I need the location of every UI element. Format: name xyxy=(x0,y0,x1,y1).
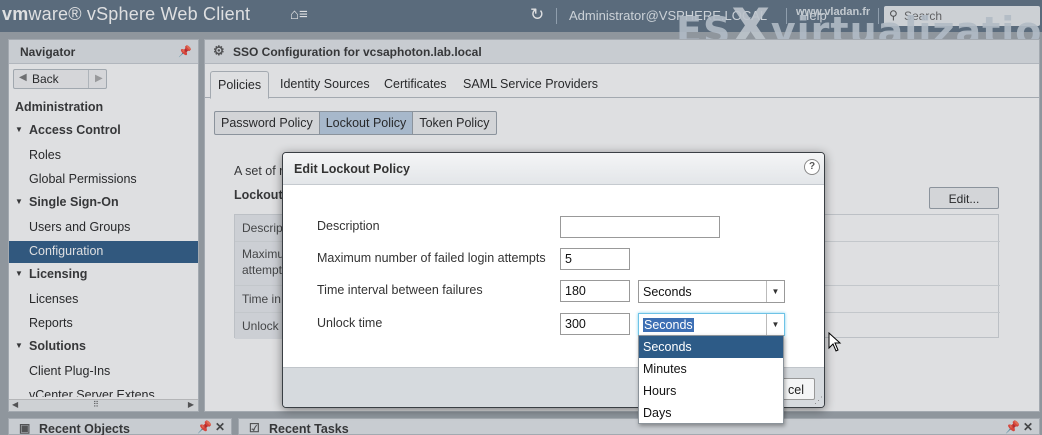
interval-field[interactable]: 180 xyxy=(560,280,630,302)
interval-label: Time interval between failures xyxy=(317,283,483,297)
dropdown-option[interactable]: Seconds xyxy=(639,336,783,358)
max-attempts-label: Maximum number of failed login attempts xyxy=(317,251,546,265)
dropdown-option[interactable]: Days xyxy=(639,402,783,424)
dropdown-option[interactable]: Hours xyxy=(639,380,783,402)
unit-dropdown-list: Seconds Minutes Hours Days xyxy=(638,335,784,424)
unlock-time-label: Unlock time xyxy=(317,316,383,330)
unlock-time-field[interactable]: 300 xyxy=(560,313,630,335)
dropdown-option[interactable]: Minutes xyxy=(639,358,783,380)
chevron-down-icon[interactable]: ▼ xyxy=(766,281,784,302)
interval-unit-select[interactable]: Seconds ▼ xyxy=(638,280,785,303)
help-icon[interactable]: ? xyxy=(804,159,820,175)
mouse-cursor-icon xyxy=(828,332,842,352)
description-field[interactable] xyxy=(560,216,720,238)
unlock-unit-select[interactable]: Seconds ▼ xyxy=(638,313,785,336)
dialog-title: Edit Lockout Policy xyxy=(283,153,824,185)
description-label: Description xyxy=(317,219,380,233)
chevron-down-icon[interactable]: ▼ xyxy=(766,314,784,335)
resize-grip-icon[interactable]: ⋰ xyxy=(814,395,823,406)
max-attempts-field[interactable]: 5 xyxy=(560,248,630,270)
